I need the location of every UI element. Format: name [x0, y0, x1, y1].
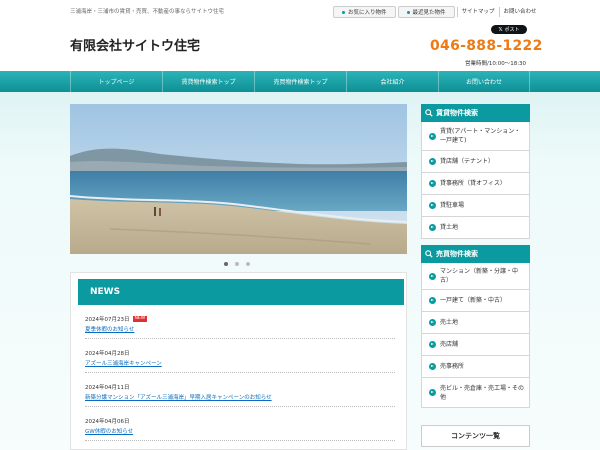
- search-icon: [425, 250, 433, 258]
- news-date: 2024年04月06日: [85, 419, 130, 425]
- news-link[interactable]: 新築分譲マンション「アズール三浦海岸」早期入居キャンペーンのお知らせ: [85, 393, 395, 401]
- rental-search-heading: 賃貸物件検索: [421, 104, 530, 122]
- sidebar-item-sale-office[interactable]: 売事務所: [421, 356, 530, 378]
- nav-item-top[interactable]: トップページ: [70, 71, 162, 92]
- arrow-right-icon: [429, 132, 436, 140]
- nav-item-company[interactable]: 会社紹介: [346, 71, 438, 92]
- news-date: 2024年04月28日: [85, 351, 130, 357]
- news-date: 2024年04月11日: [85, 385, 130, 391]
- slider-dot[interactable]: [224, 262, 228, 266]
- list-item: 2024年07月23日 NEW 夏季休暇のお知らせ: [85, 315, 395, 339]
- nav-item-contact[interactable]: お問い合わせ: [438, 71, 530, 92]
- arrow-right-icon: [429, 389, 436, 396]
- recent-button[interactable]: 最近見た物件: [397, 6, 455, 18]
- site-tagline: 三浦海岸・三浦市の賃貸・売買、不動産の事ならサイトウ住宅: [70, 9, 225, 15]
- main-nav: トップページ 賃貸物件検索トップ 売買物件検索トップ 会社紹介 お問い合わせ: [0, 71, 600, 92]
- sitemap-link[interactable]: サイトマップ: [456, 7, 499, 17]
- news-date: 2024年07月23日: [85, 317, 130, 323]
- site-logo[interactable]: 有限会社サイトウ住宅: [70, 35, 200, 54]
- arrow-right-icon: [429, 297, 436, 304]
- arrow-right-icon: [429, 158, 436, 165]
- arrow-right-icon: [429, 341, 436, 348]
- top-links: お気に入り物件 最近見た物件 サイトマップ お問い合わせ: [333, 6, 541, 18]
- bullet-icon: [406, 10, 410, 14]
- sidebar-item-rental-store[interactable]: 貸店舗（テナント）: [421, 151, 530, 173]
- news-heading: NEWS: [75, 279, 404, 305]
- nav-item-rental-search[interactable]: 賃貸物件検索トップ: [162, 71, 254, 92]
- sidebar-item-rental-parking[interactable]: 貸駐車場: [421, 195, 530, 217]
- slider-dot[interactable]: [235, 262, 239, 266]
- x-logo-icon: 𝕏: [498, 26, 503, 33]
- sidebar-item-sale-land[interactable]: 売土地: [421, 312, 530, 334]
- list-item: 2024年04月28日 アズール三浦海岸キャンペーン: [85, 349, 395, 373]
- sidebar-item-rental-office[interactable]: 貸事務所（貸オフィス）: [421, 173, 530, 195]
- rental-search-menu: 賃貸物件検索 賃貸(アパート・マンション・一戸建て) 貸店舗（テナント） 貸事務…: [421, 104, 530, 239]
- contents-list-heading: コンテンツ一覧: [421, 425, 530, 447]
- nav-item-sale-search[interactable]: 売買物件検索トップ: [254, 71, 346, 92]
- list-item: 2024年04月11日 新築分譲マンション「アズール三浦海岸」早期入居キャンペー…: [85, 383, 395, 407]
- bullet-icon: [342, 10, 345, 14]
- news-link[interactable]: 夏季休暇のお知らせ: [85, 325, 395, 333]
- sidebar-item-sale-building[interactable]: 売ビル・売倉庫・売工場・その他: [421, 378, 530, 408]
- sidebar-item-sale-store[interactable]: 売店舗: [421, 334, 530, 356]
- search-icon: [425, 109, 433, 117]
- arrow-right-icon: [429, 319, 436, 326]
- business-hours: 営業時間/10:00～18:30: [465, 61, 527, 67]
- arrow-right-icon: [429, 363, 436, 370]
- new-badge: NEW: [132, 316, 148, 322]
- arrow-right-icon: [429, 180, 436, 187]
- x-post-button[interactable]: 𝕏 ポスト: [491, 25, 527, 34]
- news-link[interactable]: アズール三浦海岸キャンペーン: [85, 359, 395, 367]
- arrow-right-icon: [429, 224, 436, 231]
- sale-search-menu: 売買物件検索 マンション（新築・分譲・中古） 一戸建て（新築・中古） 売土地 売…: [421, 245, 530, 408]
- news-panel: NEWS 2024年07月23日 NEW 夏季休暇のお知らせ 2024年04月28…: [70, 272, 407, 450]
- news-link[interactable]: GW休暇のお知らせ: [85, 427, 395, 435]
- sidebar-item-sale-condo[interactable]: マンション（新築・分譲・中古）: [421, 263, 530, 290]
- sale-search-heading: 売買物件検索: [421, 245, 530, 263]
- phone-number: 046-888-1222: [430, 38, 543, 54]
- arrow-right-icon: [429, 202, 436, 209]
- arrow-right-icon: [429, 272, 436, 280]
- list-item: 2024年04月06日 GW休暇のお知らせ: [85, 417, 395, 441]
- slider-dot[interactable]: [246, 262, 250, 266]
- beach-photo: [70, 104, 407, 254]
- contact-link[interactable]: お問い合わせ: [498, 7, 541, 17]
- sidebar-item-rental-land[interactable]: 貸土地: [421, 217, 530, 239]
- hero-slider-image[interactable]: [70, 104, 407, 254]
- favorites-button[interactable]: お気に入り物件: [333, 6, 396, 18]
- sidebar-item-sale-house[interactable]: 一戸建て（新築・中古）: [421, 290, 530, 312]
- sidebar-item-rental-residential[interactable]: 賃貸(アパート・マンション・一戸建て): [421, 122, 530, 151]
- slider-dots: [224, 262, 250, 266]
